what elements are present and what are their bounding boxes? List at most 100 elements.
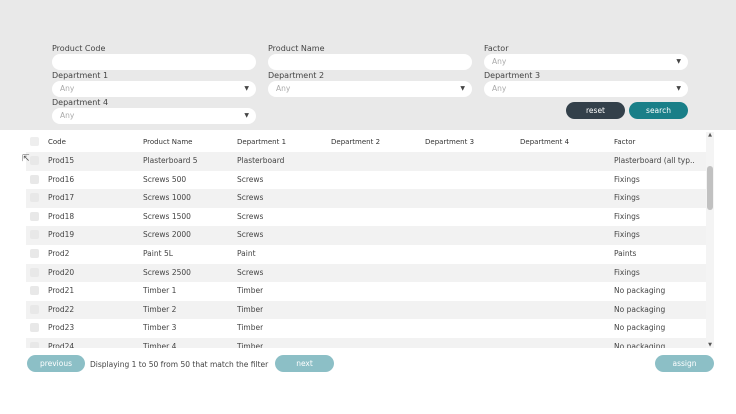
cell-factor: Paints [614, 248, 637, 258]
table-row[interactable]: Prod23 Timber 3 Timber No packaging [26, 319, 706, 338]
cell-department-1: Plasterboard [237, 156, 285, 165]
department-3-select[interactable]: Any ▼ [484, 81, 688, 97]
cell-code: Prod21 [48, 286, 75, 296]
header-product-name[interactable]: Product Name [143, 138, 192, 146]
product-code-input[interactable] [52, 54, 256, 70]
cell-code: Prod17 [48, 193, 75, 203]
chevron-down-icon: ▼ [460, 85, 465, 92]
cell-code: Prod19 [48, 230, 75, 240]
product-code-label: Product Code [52, 44, 106, 53]
cell-product-name: Plasterboard 5 [143, 156, 198, 165]
product-name-label: Product Name [268, 44, 325, 53]
cell-department-1: Timber [237, 341, 264, 348]
product-name-input[interactable] [268, 54, 472, 70]
chevron-down-icon: ▼ [676, 85, 681, 92]
row-checkbox[interactable] [30, 248, 39, 258]
table-row[interactable]: Prod22 Timber 2 Timber No packaging [26, 300, 706, 320]
table-row[interactable]: Prod21 Timber 1 Timber No packaging [26, 282, 706, 301]
cell-code: Prod2 [48, 248, 70, 258]
table-row[interactable]: Prod18 Screws 1500 Screws Fixings [26, 207, 706, 227]
cell-department-1: Screws [237, 174, 264, 184]
table-row[interactable]: Prod2 Paint 5L Paint Paints [26, 244, 706, 264]
cell-product-name: Screws 2500 [143, 267, 191, 277]
department-1-label: Department 1 [52, 71, 109, 80]
header-department-1[interactable]: Department 1 [237, 138, 286, 146]
cell-department-1: Paint [237, 248, 256, 258]
cell-factor: Fixings [614, 267, 640, 277]
department-1-select[interactable]: Any ▼ [52, 81, 256, 97]
cell-factor: No packaging [614, 341, 666, 348]
cell-department-1: Screws [237, 230, 264, 240]
cell-factor: No packaging [614, 323, 666, 333]
table-scrollbar[interactable]: ▲ ▼ [706, 132, 714, 348]
row-checkbox[interactable] [30, 341, 39, 348]
next-button[interactable]: next [275, 355, 334, 372]
department-3-value: Any [492, 84, 507, 93]
cell-code: Prod16 [48, 174, 75, 184]
header-department-2[interactable]: Department 2 [331, 138, 380, 146]
row-checkbox[interactable] [30, 323, 39, 333]
table-header: Code Product Name Department 1 Departmen… [26, 132, 706, 152]
cell-product-name: Timber 1 [143, 286, 177, 296]
cell-product-name: Screws 2000 [143, 230, 191, 240]
table-row[interactable]: Prod15 Plasterboard 5 Plasterboard Plasterb… [26, 152, 706, 171]
header-factor[interactable]: Factor [614, 138, 635, 146]
cell-product-name: Screws 500 [143, 174, 187, 184]
cell-department-1: Screws [237, 193, 264, 203]
row-checkbox[interactable] [30, 267, 39, 277]
search-button[interactable]: search [629, 102, 688, 119]
scroll-up-icon[interactable]: ▲ [706, 132, 714, 138]
row-checkbox[interactable] [30, 286, 39, 296]
chevron-down-icon: ▼ [244, 85, 249, 92]
cell-product-name: Timber 4 [143, 341, 177, 348]
table-row[interactable]: Prod19 Screws 2000 Screws Fixings [26, 226, 706, 245]
reset-button[interactable]: reset [566, 102, 625, 119]
cell-product-name: Screws 1500 [143, 211, 191, 221]
row-checkbox[interactable] [30, 174, 39, 184]
header-department-3[interactable]: Department 3 [425, 138, 474, 146]
table-row[interactable]: Prod16 Screws 500 Screws Fixings [26, 170, 706, 190]
cell-product-name: Screws 1000 [143, 193, 191, 203]
cell-department-1: Timber [237, 323, 264, 333]
mouse-cursor-icon: ⇱ [22, 154, 30, 164]
table-row[interactable]: Prod20 Screws 2500 Screws Fixings [26, 263, 706, 283]
cell-department-1: Screws [237, 267, 264, 277]
header-code[interactable]: Code [48, 138, 66, 146]
pagination-info: Displaying 1 to 50 from 50 that match th… [90, 360, 269, 369]
assign-button[interactable]: assign [655, 355, 714, 372]
row-checkbox[interactable] [30, 304, 39, 314]
factor-select[interactable]: Any ▼ [484, 54, 688, 70]
department-1-value: Any [60, 84, 75, 93]
row-checkbox[interactable] [30, 193, 39, 203]
cell-factor: No packaging [614, 304, 666, 314]
cell-department-1: Timber [237, 286, 264, 296]
product-table: Code Product Name Department 1 Departmen… [26, 132, 714, 348]
cell-code: Prod20 [48, 267, 75, 277]
cell-factor: Fixings [614, 211, 640, 221]
factor-label: Factor [484, 44, 509, 53]
cell-code: Prod15 [48, 156, 75, 165]
scrollbar-thumb[interactable] [707, 166, 713, 210]
cell-factor: Fixings [614, 193, 640, 203]
table-row[interactable]: Prod24 Timber 4 Timber No packaging [26, 337, 706, 348]
table-row[interactable]: Prod17 Screws 1000 Screws Fixings [26, 189, 706, 208]
row-checkbox[interactable] [30, 230, 39, 240]
cell-factor: Fixings [614, 230, 640, 240]
row-checkbox[interactable] [30, 156, 39, 165]
chevron-down-icon: ▼ [244, 112, 249, 119]
factor-select-value: Any [492, 57, 507, 66]
cell-product-name: Paint 5L [143, 248, 173, 258]
cell-department-1: Timber [237, 304, 264, 314]
scroll-down-icon[interactable]: ▼ [706, 342, 714, 348]
cell-product-name: Timber 3 [143, 323, 177, 333]
cell-factor: Fixings [614, 174, 640, 184]
previous-button[interactable]: previous [27, 355, 85, 372]
header-department-4[interactable]: Department 4 [520, 138, 569, 146]
select-all-checkbox[interactable] [30, 137, 39, 146]
row-checkbox[interactable] [30, 211, 39, 221]
department-2-select[interactable]: Any ▼ [268, 81, 472, 97]
department-3-label: Department 3 [484, 71, 541, 80]
cell-code: Prod23 [48, 323, 75, 333]
department-4-select[interactable]: Any ▼ [52, 108, 256, 124]
department-4-label: Department 4 [52, 98, 109, 107]
